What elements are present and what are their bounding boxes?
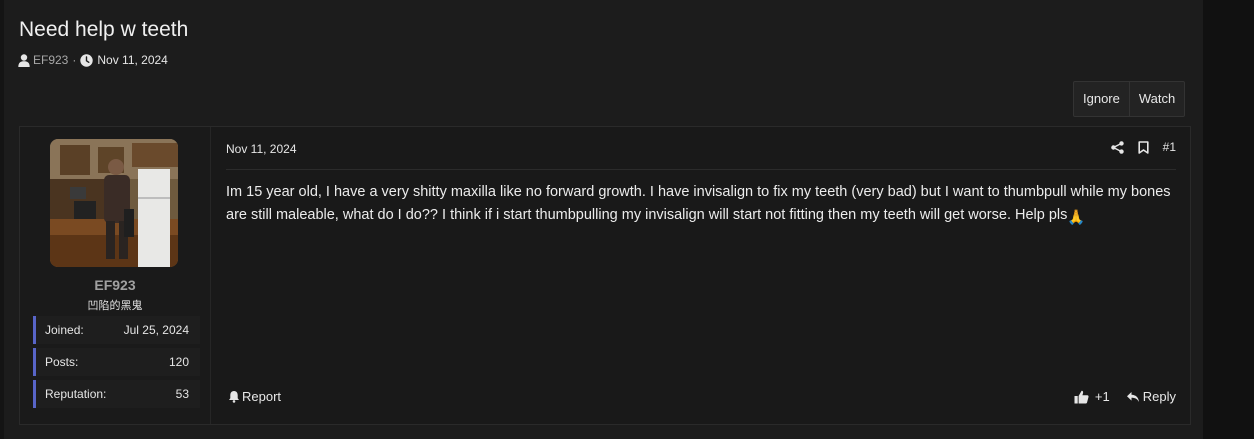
post-user-panel: EF923 凹陷的黑鬼 Joined: Jul 25, 2024 Posts: … — [20, 127, 211, 424]
avatar[interactable] — [50, 139, 178, 267]
thumbs-up-icon — [1074, 390, 1095, 404]
thread-page: Need help w teeth EF923 · Nov 11, 2024 I… — [4, 0, 1203, 439]
like-button[interactable]: +1 — [1074, 389, 1110, 404]
thread-author-link[interactable]: EF923 — [33, 53, 68, 67]
post-footer-actions: +1 Reply — [1074, 389, 1176, 404]
post-body: Im 15 year old, I have a very shitty max… — [226, 181, 1181, 230]
thread-button-group: Ignore Watch — [1073, 81, 1186, 117]
stat-label: Posts: — [45, 355, 79, 369]
bookmark-icon[interactable] — [1138, 140, 1149, 154]
report-button[interactable]: Report — [228, 389, 281, 404]
meta-separator: · — [72, 53, 77, 67]
ignore-button[interactable]: Ignore — [1074, 82, 1129, 116]
user-icon — [18, 53, 30, 67]
report-label: Report — [242, 389, 282, 404]
post-actions: #1 — [1097, 140, 1176, 154]
post-date-link[interactable]: Nov 11, 2024 — [226, 142, 297, 156]
post-content: Nov 11, 2024 #1 Im 15 year old, I have a… — [211, 127, 1190, 424]
stat-value: 120 — [168, 355, 189, 369]
clock-icon — [80, 53, 94, 67]
stat-label: Reputation: — [45, 387, 107, 401]
share-icon[interactable] — [1110, 140, 1124, 154]
stat-value: Jul 25, 2024 — [123, 323, 189, 337]
like-count: +1 — [1094, 389, 1110, 404]
stat-value: 53 — [175, 387, 189, 401]
bell-icon — [228, 390, 242, 403]
reply-button[interactable]: Reply — [1126, 389, 1176, 404]
stat-label: Joined: — [45, 323, 84, 337]
stat-reputation: Reputation: 53 — [33, 380, 200, 408]
page-side-gutter — [1203, 0, 1254, 439]
praying-hands-emoji: 🙏 — [1067, 210, 1086, 226]
post-header-divider — [226, 169, 1176, 170]
post-body-text: Im 15 year old, I have a very shitty max… — [226, 184, 1171, 223]
user-title: 凹陷的黑鬼 — [87, 300, 143, 312]
watch-button[interactable]: Watch — [1128, 82, 1184, 116]
post-number-link[interactable]: #1 — [1163, 140, 1176, 154]
reply-icon — [1126, 391, 1143, 403]
thread-meta: EF923 · Nov 11, 2024 — [18, 53, 168, 67]
stat-joined: Joined: Jul 25, 2024 — [33, 316, 200, 344]
thread-date-link[interactable]: Nov 11, 2024 — [97, 53, 168, 67]
reply-label: Reply — [1142, 389, 1176, 404]
post-username-link[interactable]: EF923 — [20, 277, 210, 293]
thread-title: Need help w teeth — [19, 18, 189, 41]
post-message: EF923 凹陷的黑鬼 Joined: Jul 25, 2024 Posts: … — [19, 126, 1191, 425]
stat-posts: Posts: 120 — [33, 348, 200, 376]
